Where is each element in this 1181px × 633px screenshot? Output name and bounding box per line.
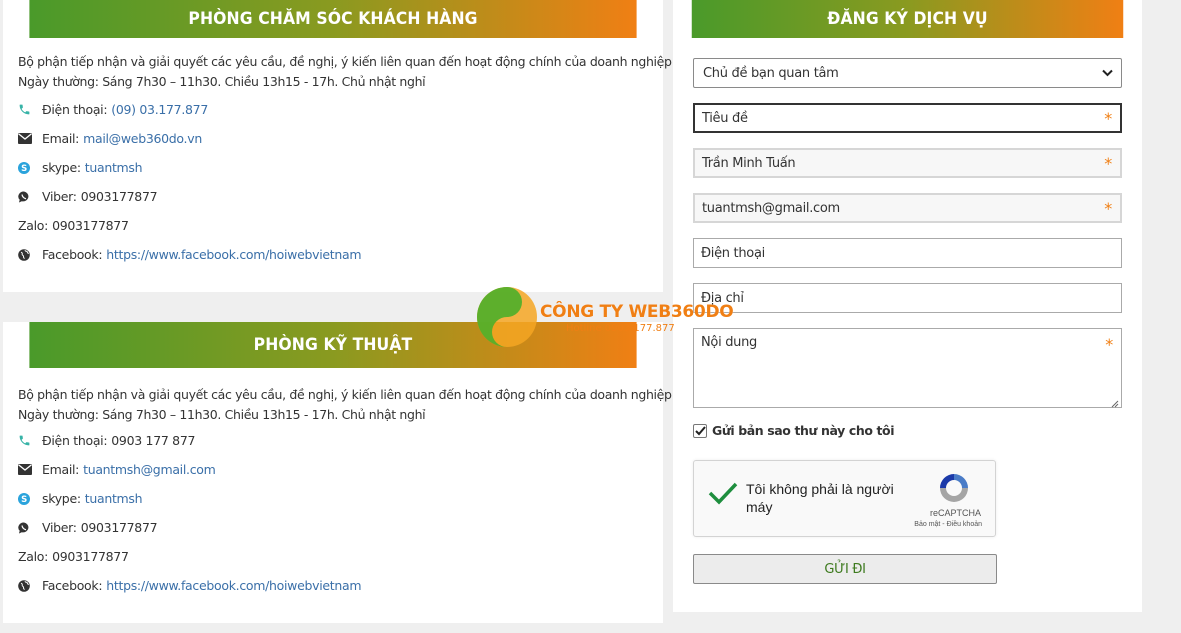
zalo-label: Zalo: [18, 218, 49, 233]
phone-placeholder: Điện thoại [701, 245, 765, 261]
address-input[interactable]: Địa chỉ [693, 283, 1122, 313]
email-link[interactable]: tuantmsh@gmail.com [83, 462, 216, 477]
email-input[interactable]: tuantmsh@gmail.com * [693, 193, 1122, 223]
watermark-hotline: Hotline 0903.177.877 [566, 323, 675, 334]
zalo-row: Zalo: 0903177877 [18, 542, 648, 571]
technical-body: Bộ phận tiếp nhận và giải quyết các yêu … [3, 368, 672, 600]
content-textarea[interactable]: Nội dung * [693, 328, 1122, 408]
register-header: ĐĂNG KÝ DỊCH VỤ [691, 0, 1124, 38]
register-panel: ĐĂNG KÝ DỊCH VỤ Chủ đề bạn quan tâm Tiêu… [673, 0, 1142, 612]
facebook-link[interactable]: https://www.facebook.com/hoiwebvietnam [106, 247, 361, 262]
subject-input[interactable]: Tiêu đề * [693, 103, 1122, 133]
envelope-icon [18, 464, 42, 475]
viber-row: Viber: 0903177877 [18, 182, 648, 211]
skype-row: S skype: tuantmsh [18, 153, 648, 182]
intro-line-1: Bộ phận tiếp nhận và giải quyết các yêu … [18, 387, 672, 402]
technical-intro: Bộ phận tiếp nhận và giải quyết các yêu … [18, 385, 672, 425]
skype-icon: S [18, 492, 42, 505]
company-logo-icon [477, 287, 537, 347]
company-watermark: CÔNG TY WEB360DO Hotline 0903.177.877 [476, 286, 734, 348]
subject-placeholder: Tiêu đề [702, 110, 748, 126]
phone-label: Điện thoại: [42, 433, 108, 448]
zalo-row: Zalo: 0903177877 [18, 211, 648, 240]
customer-care-body: Bộ phận tiếp nhận và giải quyết các yêu … [3, 38, 672, 269]
register-form: Chủ đề bạn quan tâm Tiêu đề * Trần Minh … [673, 38, 1142, 584]
technical-panel: PHÒNG KỸ THUẬT Bộ phận tiếp nhận và giải… [3, 322, 672, 623]
viber-icon [18, 521, 42, 534]
facebook-label: Facebook: [42, 578, 103, 593]
required-mark: * [1104, 153, 1112, 173]
customer-care-title: PHÒNG CHĂM SÓC KHÁCH HÀNG [188, 9, 478, 29]
viber-icon [18, 190, 42, 203]
skype-label: skype: [42, 491, 81, 506]
name-input[interactable]: Trần Minh Tuấn * [693, 148, 1122, 178]
captcha-checkmark-icon[interactable] [708, 481, 738, 510]
captcha-terms-link[interactable]: Bảo mật - Điều khoản [914, 521, 982, 528]
viber-label: Viber: [42, 520, 77, 535]
phone-icon [18, 103, 42, 116]
facebook-link[interactable]: https://www.facebook.com/hoiwebvietnam [106, 578, 361, 593]
email-value: tuantmsh@gmail.com [702, 200, 840, 216]
copy-checkbox-row[interactable]: Gửi bản sao thư này cho tôi [693, 423, 1122, 438]
skype-icon: S [18, 161, 42, 174]
phone-icon [18, 434, 42, 447]
email-row: Email: tuantmsh@gmail.com [18, 455, 648, 484]
globe-icon [18, 248, 42, 261]
recaptcha-widget[interactable]: Tôi không phải là người máy reCAPTCHA Bả… [693, 460, 996, 537]
svg-text:S: S [21, 164, 27, 174]
facebook-row: Facebook: https://www.facebook.com/hoiwe… [18, 571, 648, 600]
skype-link[interactable]: tuantmsh [85, 160, 143, 175]
submit-button[interactable]: GỬI ĐI [693, 554, 997, 584]
captcha-text: Tôi không phải là người máy [746, 481, 894, 515]
chevron-down-icon [1102, 66, 1113, 81]
phone-link[interactable]: (09) 03.177.877 [111, 102, 208, 117]
phone-input[interactable]: Điện thoại [693, 238, 1122, 268]
topic-select-value: Chủ đề bạn quan tâm [703, 65, 839, 81]
viber-label: Viber: [42, 189, 77, 204]
topic-select[interactable]: Chủ đề bạn quan tâm [693, 58, 1122, 88]
viber-value: 0903177877 [80, 189, 158, 204]
skype-label: skype: [42, 160, 81, 175]
svg-text:S: S [21, 495, 27, 505]
register-title: ĐĂNG KÝ DỊCH VỤ [827, 9, 988, 29]
phone-value: 0903 177 877 [111, 433, 196, 448]
viber-row: Viber: 0903177877 [18, 513, 648, 542]
captcha-brand: reCAPTCHA [929, 508, 981, 518]
facebook-label: Facebook: [42, 247, 103, 262]
email-link[interactable]: mail@web360do.vn [83, 131, 202, 146]
email-label: Email: [42, 131, 80, 146]
phone-row: Điện thoại: (09) 03.177.877 [18, 95, 648, 124]
intro-line-2: Ngày thường: Sáng 7h30 – 11h30. Chiều 13… [18, 74, 426, 89]
zalo-value: 0903177877 [52, 549, 129, 564]
technical-title: PHÒNG KỸ THUẬT [253, 335, 413, 355]
intro-line-1: Bộ phận tiếp nhận và giải quyết các yêu … [18, 54, 672, 69]
required-mark: * [1104, 108, 1112, 128]
phone-row: Điện thoại: 0903 177 877 [18, 426, 648, 455]
envelope-icon [18, 133, 42, 144]
email-label: Email: [42, 462, 80, 477]
name-value: Trần Minh Tuấn [702, 155, 796, 171]
zalo-value: 0903177877 [52, 218, 129, 233]
checkmark-icon [694, 425, 706, 435]
skype-link[interactable]: tuantmsh [85, 491, 143, 506]
customer-care-header: PHÒNG CHĂM SÓC KHÁCH HÀNG [29, 0, 637, 38]
viber-value: 0903177877 [80, 520, 158, 535]
resize-handle-icon[interactable] [1111, 397, 1119, 408]
phone-label: Điện thoại: [42, 102, 108, 117]
recaptcha-logo-icon [937, 471, 971, 510]
email-row: Email: mail@web360do.vn [18, 124, 648, 153]
zalo-label: Zalo: [18, 549, 49, 564]
required-mark: * [1104, 198, 1112, 218]
page: PHÒNG CHĂM SÓC KHÁCH HÀNG Bộ phận tiếp n… [0, 0, 1181, 633]
globe-icon [18, 579, 42, 592]
skype-row: S skype: tuantmsh [18, 484, 648, 513]
copy-checkbox-label: Gửi bản sao thư này cho tôi [712, 423, 895, 438]
customer-care-panel: PHÒNG CHĂM SÓC KHÁCH HÀNG Bộ phận tiếp n… [3, 0, 672, 292]
watermark-company-name: CÔNG TY WEB360DO [540, 302, 734, 322]
intro-line-2: Ngày thường: Sáng 7h30 – 11h30. Chiều 13… [18, 407, 426, 422]
customer-care-intro: Bộ phận tiếp nhận và giải quyết các yêu … [18, 52, 672, 92]
required-mark: * [1105, 335, 1113, 354]
facebook-row: Facebook: https://www.facebook.com/hoiwe… [18, 240, 648, 269]
copy-checkbox[interactable] [693, 423, 707, 438]
